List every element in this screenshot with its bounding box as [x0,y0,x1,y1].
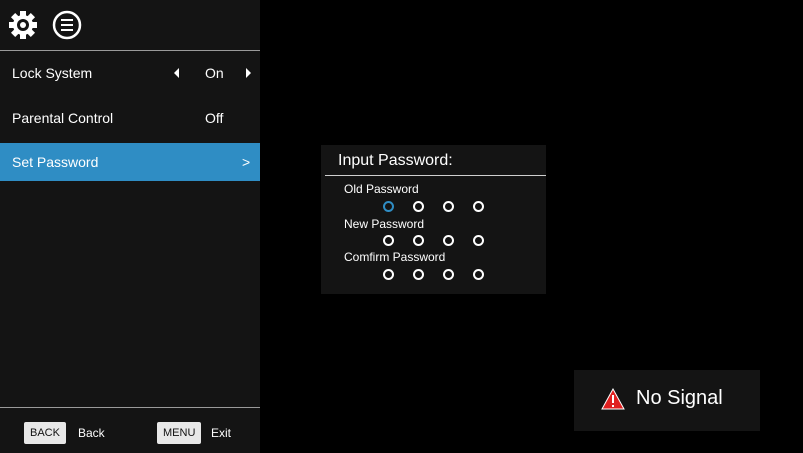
menu-header [0,0,260,50]
password-digit[interactable] [443,269,454,280]
confirm-password-label: Comfirm Password [344,250,446,264]
password-digit[interactable] [383,269,394,280]
password-digit[interactable] [473,269,484,280]
new-password-label: New Password [344,217,425,231]
menu-item-label: Parental Control [12,110,114,126]
menu-item-label: Set Password [12,154,99,170]
password-digit[interactable] [383,235,394,246]
menu-item-label: Lock System [12,65,93,81]
menu-item-value: On [205,65,224,81]
new-password-input[interactable] [383,235,493,247]
arrow-right-icon[interactable] [246,68,251,78]
password-digit[interactable] [473,201,484,212]
no-signal-box: No Signal [574,370,760,431]
menu-item-set-password[interactable]: Set Password > [0,143,260,181]
gear-icon[interactable] [8,10,38,40]
list-icon[interactable] [52,10,82,40]
chevron-right-icon: > [242,154,251,170]
password-dialog: Input Password: Old Password New Passwor… [321,145,546,294]
menu-footer: BACK Back MENU Exit [0,408,260,453]
back-label: Back [78,426,105,440]
password-digit[interactable] [383,201,394,212]
menu-item-lock-system[interactable]: Lock System On [0,54,260,92]
menu-item-parental-control[interactable]: Parental Control Off [0,99,260,137]
old-password-label: Old Password [344,182,419,196]
password-digit[interactable] [413,235,424,246]
warning-icon [601,388,625,410]
settings-menu-panel: Lock System On Parental Control Off Set … [0,0,260,453]
tv-screen: Lock System On Parental Control Off Set … [0,0,803,453]
confirm-password-input[interactable] [383,269,493,281]
dialog-title: Input Password: [338,152,453,169]
password-digit[interactable] [443,201,454,212]
password-digit[interactable] [413,269,424,280]
dialog-divider [325,175,546,176]
back-key-badge[interactable]: BACK [24,422,66,444]
menu-key-badge[interactable]: MENU [157,422,202,444]
no-signal-text: No Signal [636,387,723,409]
exit-label: Exit [211,426,232,440]
password-digit[interactable] [413,201,424,212]
password-digit[interactable] [473,235,484,246]
old-password-input[interactable] [383,201,493,213]
header-divider [0,50,260,51]
menu-item-value: Off [205,110,224,126]
arrow-left-icon[interactable] [174,68,179,78]
password-digit[interactable] [443,235,454,246]
